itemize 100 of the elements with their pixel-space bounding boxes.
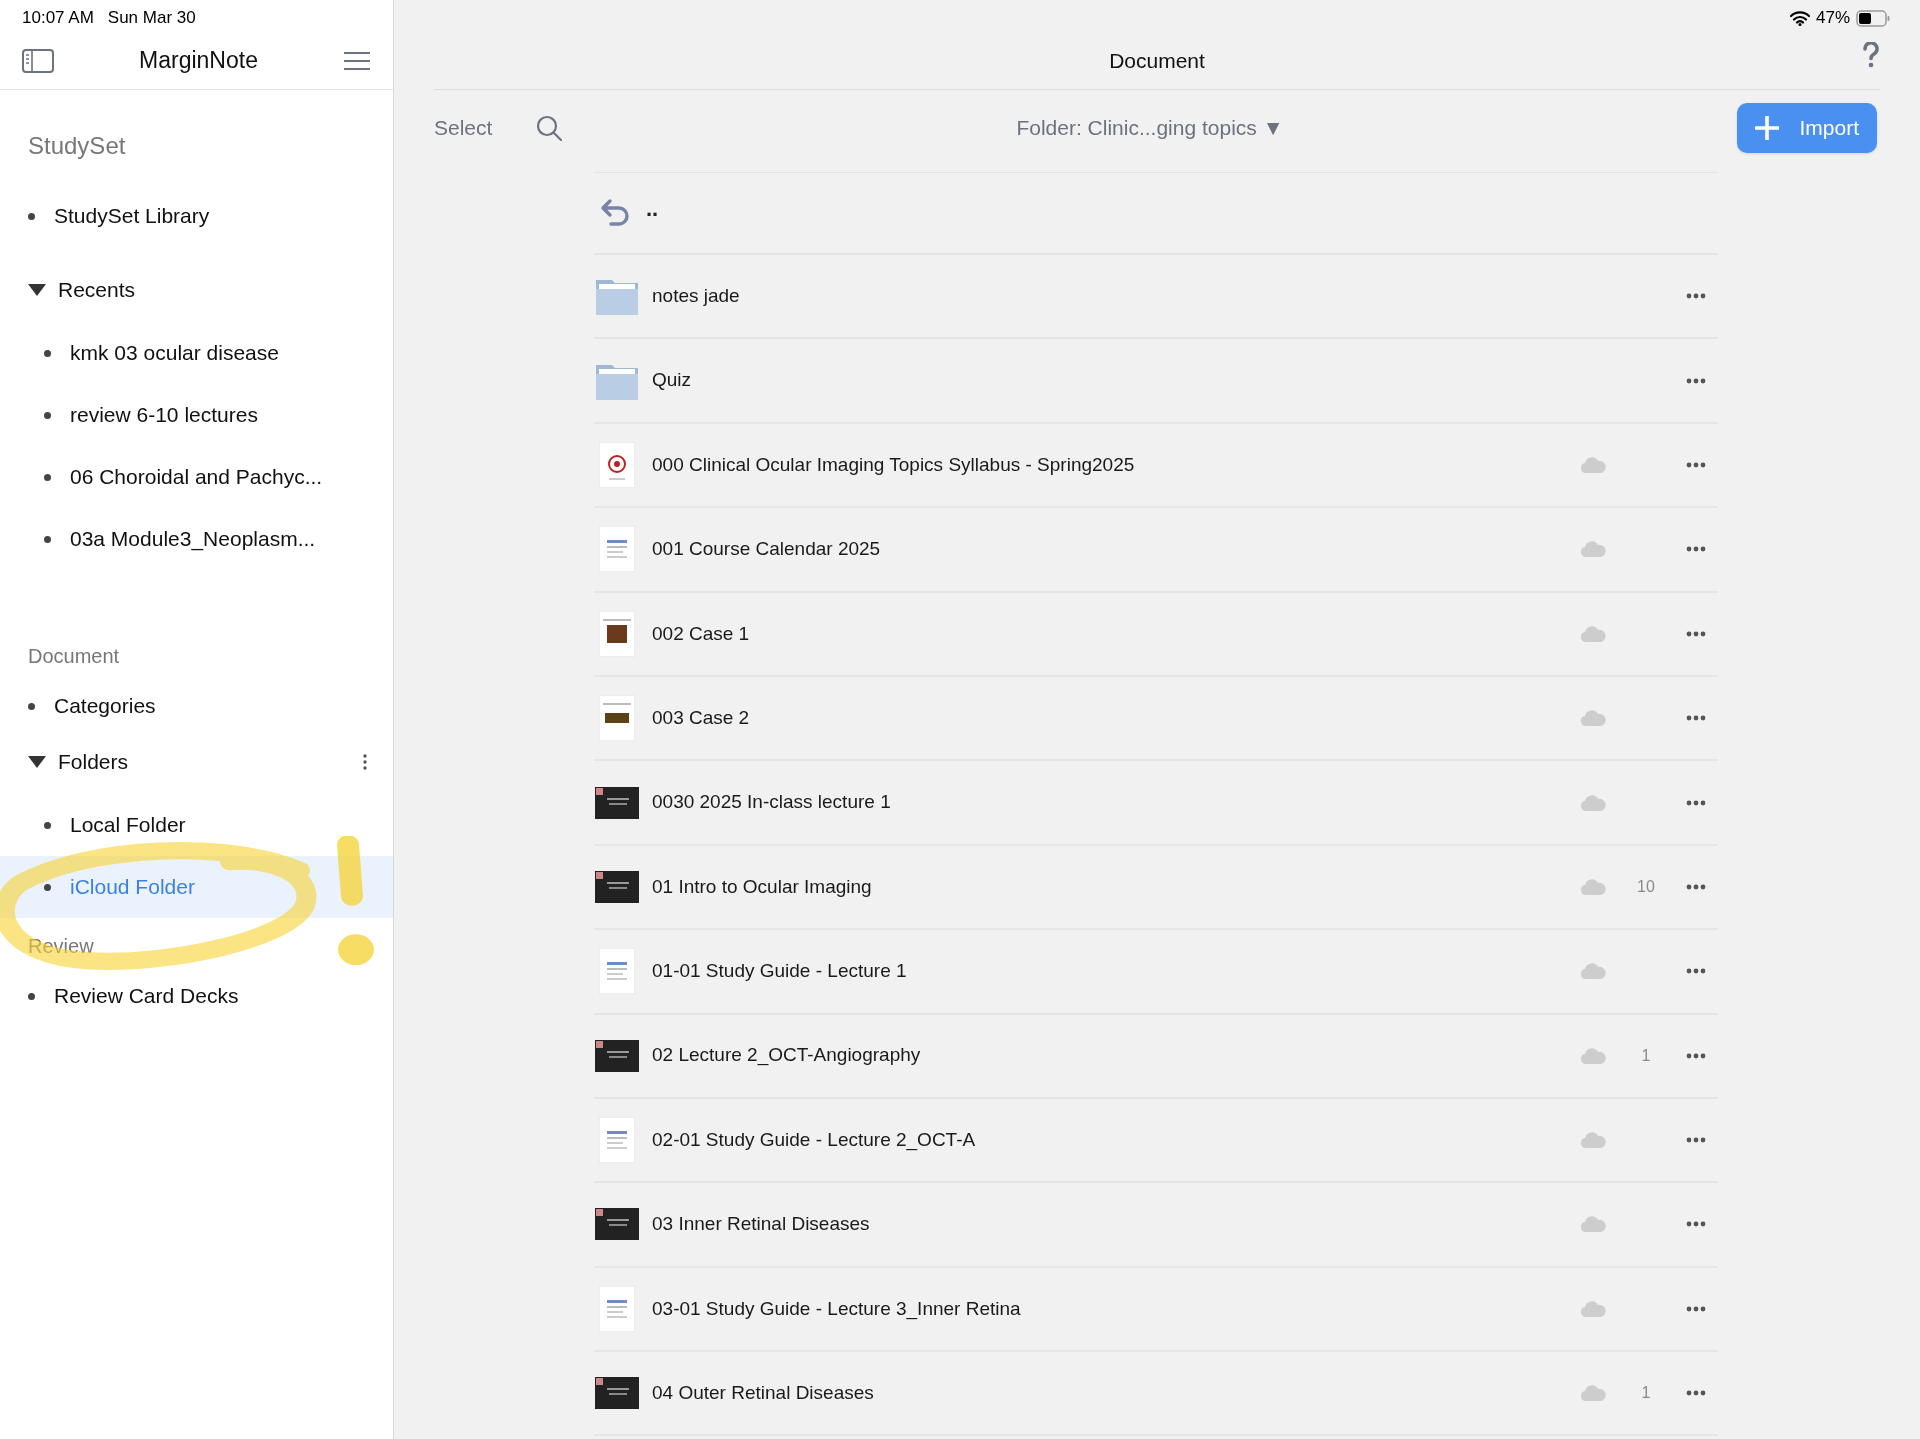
more-icon[interactable]	[1686, 715, 1706, 722]
bullet-icon	[44, 821, 51, 829]
sidebar-item-label: iCloud Folder	[70, 874, 195, 901]
section-heading: Document	[27, 644, 121, 669]
bullet-icon	[28, 992, 35, 1000]
slide-thumbnail	[595, 1377, 639, 1410]
triangle-down-icon[interactable]	[28, 283, 46, 297]
sidebar-item-label: kmk 03 ocular disease	[70, 340, 279, 367]
file-row[interactable]: 01-01 Study Guide - Lecture 1	[594, 930, 1718, 1015]
slide-thumbnail	[595, 1039, 639, 1072]
status-date: Sun Mar 30	[107, 7, 196, 30]
more-icon[interactable]	[1686, 630, 1706, 637]
file-row[interactable]: 02-01 Study Guide - Lecture 2_OCT-A	[594, 1098, 1718, 1184]
cloud-icon	[1580, 1132, 1606, 1149]
file-row[interactable]: 03-01 Study Guide - Lecture 3_Inner Retina	[594, 1267, 1718, 1353]
page-title: Document	[1109, 47, 1205, 74]
more-icon[interactable]	[1686, 968, 1706, 975]
sidebar-item[interactable]: Recents	[0, 262, 393, 318]
sidebar-item[interactable]: 06 Choroidal and Pachyc...	[0, 446, 393, 508]
cloud-icon	[1580, 1216, 1606, 1233]
file-row[interactable]: 0030 2025 In-class lecture 1	[594, 761, 1718, 846]
search-icon[interactable]	[536, 115, 563, 141]
sidebar-item[interactable]: kmk 03 ocular disease	[0, 322, 393, 384]
file-row[interactable]: 03 Inner Retinal Diseases	[594, 1183, 1718, 1268]
more-icon[interactable]	[1686, 799, 1706, 806]
sidebar-item[interactable]: Review Card Decks	[0, 968, 393, 1024]
file-row[interactable]: 000 Clinical Ocular Imaging Topics Syllabus - Spring2025	[594, 423, 1718, 509]
file-row[interactable]: 003 Case 2	[594, 676, 1718, 762]
file-row[interactable]: 001 Course Calendar 2025	[594, 508, 1718, 593]
sidebar-item[interactable]: review 6-10 lectures	[0, 384, 393, 446]
more-icon[interactable]	[1686, 1221, 1706, 1228]
cloud-icon	[1580, 625, 1606, 642]
sidebar-item[interactable]: StudySet Library	[0, 188, 393, 244]
document-thumbnail	[599, 1117, 635, 1164]
cloud-icon	[1580, 963, 1606, 980]
bullet-icon	[44, 535, 51, 543]
more-icon[interactable]	[1686, 1137, 1706, 1144]
more-icon[interactable]	[1686, 546, 1706, 553]
note-count: 1	[1641, 1383, 1651, 1404]
document-thumbnail	[599, 610, 635, 657]
cloud-icon	[1580, 1047, 1606, 1064]
file-name: notes jade	[652, 283, 740, 308]
cloud-icon	[1580, 794, 1606, 811]
menu-icon[interactable]	[343, 50, 371, 71]
sidebar-item-label: Categories	[54, 693, 156, 720]
triangle-down-icon[interactable]	[28, 755, 46, 769]
file-name: 001 Course Calendar 2025	[652, 537, 881, 562]
document-thumbnail	[599, 1285, 635, 1332]
file-name: 02 Lecture 2_OCT-Angiography	[652, 1043, 921, 1068]
file-name: 03-01 Study Guide - Lecture 3_Inner Retina	[652, 1296, 1021, 1322]
cloud-icon	[1580, 541, 1606, 558]
more-icon[interactable]	[1686, 883, 1706, 890]
sidebar-item[interactable]: 03a Module3_Neoplasm...	[0, 508, 393, 570]
more-icon[interactable]	[1686, 1052, 1706, 1059]
more-icon[interactable]	[1686, 461, 1706, 468]
folder-dropdown[interactable]: Folder: Clinic...ging topics ▼	[562, 112, 1738, 144]
parent-folder-label[interactable]: ..	[646, 191, 659, 225]
sidebar-item[interactable]: Folders	[0, 734, 393, 790]
cloud-icon	[1580, 1300, 1606, 1317]
more-icon[interactable]	[1686, 1390, 1706, 1397]
document-thumbnail	[599, 526, 635, 573]
more-icon[interactable]	[1686, 377, 1706, 384]
file-name: 04 Outer Retinal Diseases	[652, 1381, 874, 1405]
help-icon[interactable]	[1862, 42, 1880, 68]
bullet-icon	[44, 473, 51, 481]
file-name: 03 Inner Retinal Diseases	[652, 1212, 870, 1237]
status-time: 10:07 AM	[22, 7, 94, 30]
file-name: 000 Clinical Ocular Imaging Topics Syllabus - Spring2025	[652, 452, 1135, 477]
more-icon[interactable]	[1686, 1305, 1706, 1312]
document-thumbnail	[599, 441, 635, 488]
battery-percent: 47%	[1815, 7, 1850, 30]
file-row[interactable]: 02 Lecture 2_OCT-Angiography 1	[594, 1014, 1718, 1099]
sidebar-item-label: Local Folder	[70, 812, 186, 839]
slide-thumbnail	[595, 786, 639, 819]
file-row[interactable]: notes jade	[594, 255, 1718, 340]
file-name: 0030 2025 In-class lecture 1	[652, 790, 891, 815]
file-name: Quiz	[652, 368, 692, 393]
slide-thumbnail	[595, 870, 639, 903]
file-name: 003 Case 2	[652, 705, 750, 730]
sidebar-item[interactable]: Local Folder	[0, 794, 393, 856]
note-count: 10	[1637, 876, 1655, 897]
more-vertical-icon[interactable]	[363, 754, 367, 770]
file-row[interactable]: 04 Outer Retinal Diseases 1	[594, 1352, 1718, 1437]
document-thumbnail	[599, 695, 635, 742]
wifi-icon	[1789, 10, 1810, 26]
battery-icon	[1856, 9, 1890, 27]
section-heading: StudySet	[27, 131, 127, 161]
bullet-icon	[44, 349, 51, 357]
sidebar-toggle-icon[interactable]	[22, 48, 54, 73]
back-arrow-icon[interactable]	[600, 198, 632, 228]
file-row[interactable]: 002 Case 1	[594, 592, 1718, 677]
plus-icon	[1755, 116, 1780, 140]
file-row[interactable]: 01 Intro to Ocular Imaging 10	[594, 845, 1718, 931]
select-button[interactable]: Select	[434, 112, 493, 144]
sidebar-item-label: 03a Module3_Neoplasm...	[70, 526, 316, 553]
file-row[interactable]: Quiz	[594, 339, 1718, 424]
sidebar-item[interactable]: Categories	[0, 678, 393, 734]
more-icon[interactable]	[1686, 293, 1706, 300]
cloud-icon	[1580, 456, 1606, 473]
sidebar-item-label: review 6-10 lectures	[70, 402, 258, 429]
